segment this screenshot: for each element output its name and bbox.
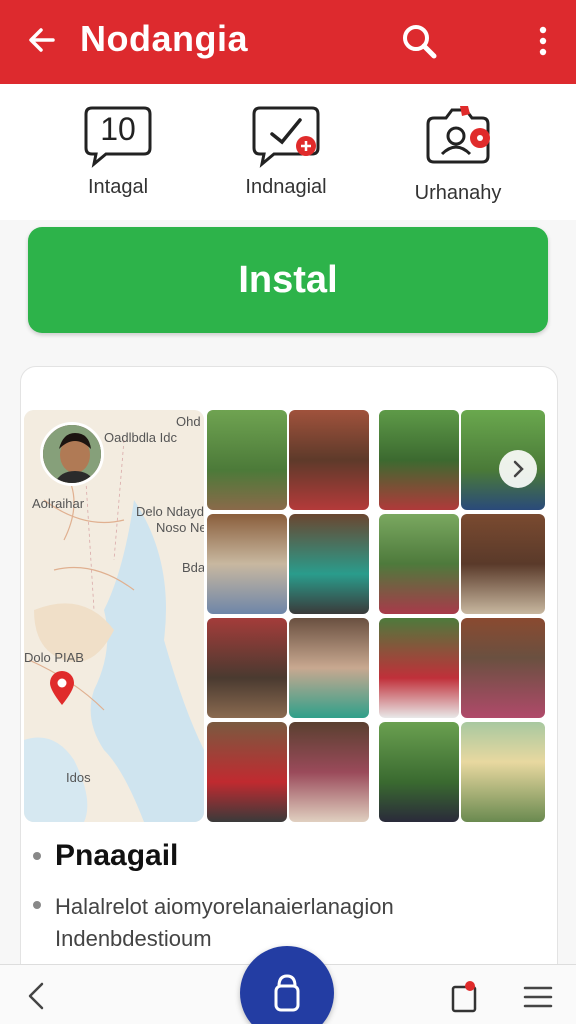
stat-value: 10 bbox=[100, 111, 136, 147]
photo-tile[interactable] bbox=[461, 514, 545, 614]
chevron-left-icon bbox=[28, 982, 44, 1010]
map-label: Oadlbdla Idc bbox=[104, 430, 177, 445]
photo-tile[interactable] bbox=[379, 514, 459, 614]
stat-intagal[interactable]: 10 Intagal bbox=[38, 104, 198, 199]
more-vertical-icon bbox=[539, 26, 547, 56]
document-icon bbox=[451, 981, 477, 1013]
photo-tile[interactable] bbox=[289, 410, 369, 510]
avatar[interactable] bbox=[40, 422, 104, 486]
photo-tile[interactable] bbox=[289, 514, 369, 614]
map-label: Aolraihar bbox=[32, 496, 85, 511]
photo-tile[interactable] bbox=[207, 618, 287, 718]
nav-menu-button[interactable] bbox=[520, 979, 556, 1015]
location-pin-icon[interactable] bbox=[48, 670, 76, 706]
hamburger-icon bbox=[523, 986, 553, 1008]
app-title: Nodangia bbox=[80, 18, 249, 59]
photo-tile[interactable] bbox=[289, 618, 369, 718]
back-button[interactable] bbox=[22, 20, 62, 60]
search-icon bbox=[403, 25, 437, 59]
map-label: Dolo PIAB bbox=[24, 650, 84, 665]
chat-count-icon: 10 bbox=[82, 104, 154, 170]
stat-urhanahy[interactable]: Urhanahy bbox=[378, 104, 538, 205]
map-label: Noso Nedn bbox=[156, 520, 204, 535]
stat-indnagial[interactable]: Indnagial bbox=[206, 104, 366, 199]
map-label: Ohd bbox=[176, 414, 201, 429]
photo-tile[interactable] bbox=[207, 410, 287, 510]
user-camera-icon bbox=[422, 104, 494, 170]
section-description: Halalrelot aiomyorelanaierlanagion Inden… bbox=[55, 894, 394, 951]
section-heading: Pnaagail bbox=[55, 839, 179, 872]
map-label: Delo Ndayd bbox=[136, 504, 204, 519]
preview-card: Ohd Oadlbdla Idc Aolraihar Delo Ndayd No… bbox=[20, 366, 558, 986]
stat-label: Indnagial bbox=[245, 176, 327, 198]
stat-label: Urhanahy bbox=[414, 182, 502, 204]
map-label: Bda bbox=[182, 560, 204, 575]
list-item: Pnaagail bbox=[33, 839, 553, 873]
chat-check-icon bbox=[250, 104, 322, 170]
stat-label: Intagal bbox=[87, 176, 149, 198]
bullet-icon bbox=[33, 901, 41, 909]
bullet-icon bbox=[33, 852, 41, 860]
description-list: Pnaagail Halalrelot aiomyorelanaierlanag… bbox=[33, 839, 553, 955]
install-label: Instal bbox=[238, 258, 338, 301]
map-preview[interactable]: Ohd Oadlbdla Idc Aolraihar Delo Ndayd No… bbox=[24, 410, 204, 822]
photo-tile[interactable] bbox=[207, 722, 287, 822]
arrow-left-icon bbox=[29, 28, 55, 52]
photo-tile[interactable] bbox=[289, 722, 369, 822]
install-button[interactable]: Instal bbox=[28, 227, 548, 333]
photo-tile[interactable] bbox=[207, 514, 287, 614]
nav-back-button[interactable] bbox=[20, 979, 54, 1013]
stats-row: 10 Intagal Indnagial Urhanahy bbox=[0, 84, 576, 220]
bag-icon bbox=[274, 974, 300, 1012]
map-label: Idos bbox=[66, 770, 91, 785]
more-options-button[interactable] bbox=[526, 20, 560, 62]
chevron-right-icon bbox=[513, 460, 524, 478]
top-app-bar: Nodangia bbox=[0, 0, 576, 84]
gallery-next-button[interactable] bbox=[499, 450, 537, 488]
search-button[interactable] bbox=[398, 20, 440, 62]
photo-tile[interactable] bbox=[461, 722, 545, 822]
photo-tile[interactable] bbox=[379, 618, 459, 718]
photo-tile[interactable] bbox=[379, 722, 459, 822]
photo-tile[interactable] bbox=[379, 410, 459, 510]
photo-tile[interactable] bbox=[461, 618, 545, 718]
nav-document-button[interactable] bbox=[446, 979, 482, 1015]
app-screen: Nodangia 10 Intagal Indnagial Urhanahy I… bbox=[0, 0, 576, 1024]
